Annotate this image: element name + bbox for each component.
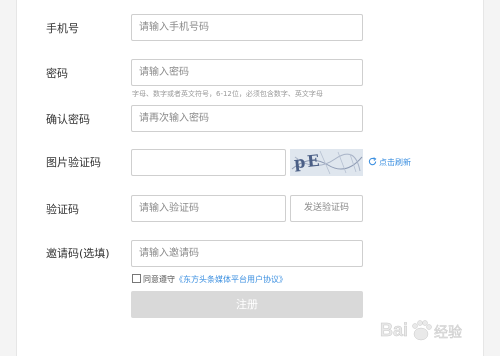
- send-code-button[interactable]: 发送验证码: [290, 195, 363, 222]
- confirm-password-input[interactable]: 请再次输入密码: [131, 105, 363, 132]
- right-edge: [483, 0, 500, 356]
- refresh-icon: [368, 157, 377, 167]
- confirm-password-label: 确认密码: [46, 113, 90, 126]
- invite-code-label: 邀请码(选填): [46, 247, 110, 260]
- agreement-link[interactable]: 《东方头条媒体平台用户协议》: [175, 275, 287, 284]
- phone-input[interactable]: 请输入手机号码: [131, 14, 363, 41]
- invite-code-input[interactable]: 请输入邀请码: [131, 240, 363, 267]
- phone-label: 手机号: [46, 22, 79, 35]
- password-input[interactable]: 请输入密码: [131, 59, 363, 86]
- svg-text:Bai: Bai: [380, 320, 408, 340]
- captcha-label: 图片验证码: [46, 156, 101, 169]
- captcha-text: pE: [293, 150, 323, 173]
- refresh-label: 点击刷新: [379, 158, 411, 167]
- password-hint: 字母、数字或者英文符号，6-12位，必须包含数字、英文字母: [132, 90, 323, 98]
- svg-text:经验: 经验: [434, 325, 462, 341]
- baidu-watermark: Bai 经验: [378, 316, 482, 346]
- captcha-input[interactable]: [131, 149, 286, 176]
- agreement-row: 同意遵守《东方头条媒体平台用户协议》: [132, 274, 287, 285]
- password-label: 密码: [46, 67, 68, 80]
- code-input[interactable]: 请输入验证码: [131, 195, 286, 222]
- agreement-prefix: 同意遵守: [143, 275, 175, 284]
- refresh-captcha-link[interactable]: 点击刷新: [368, 157, 411, 168]
- left-edge: [0, 0, 17, 356]
- captcha-image[interactable]: pE: [290, 149, 363, 176]
- code-label: 验证码: [46, 203, 79, 216]
- register-button[interactable]: 注册: [131, 291, 363, 318]
- agreement-checkbox[interactable]: [132, 274, 141, 283]
